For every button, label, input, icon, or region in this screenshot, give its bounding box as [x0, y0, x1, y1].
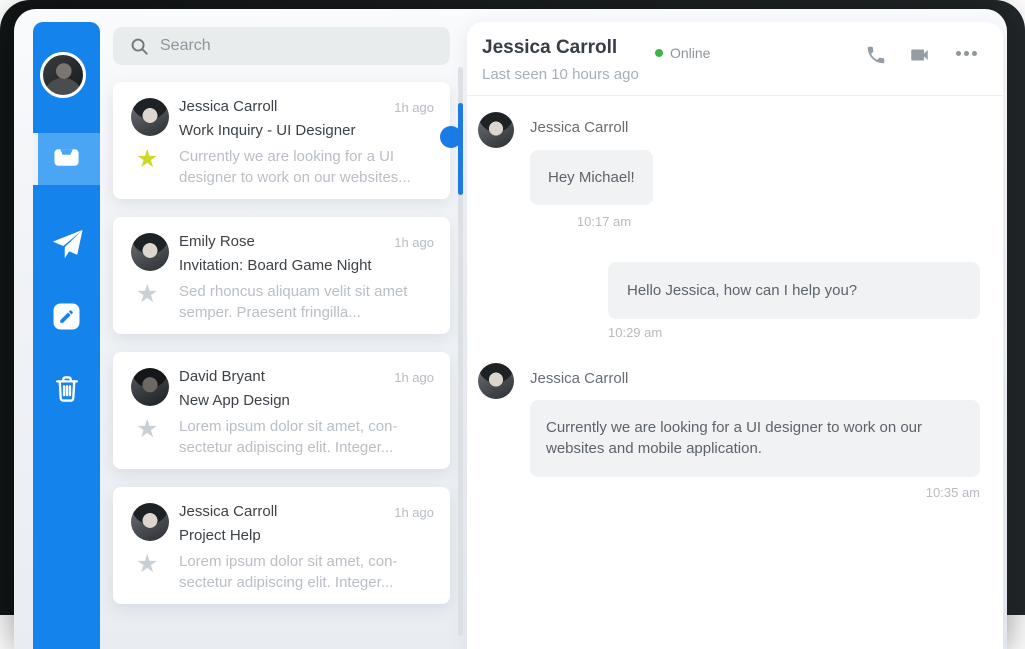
- message-preview: Currently we are looking for a UI design…: [179, 146, 436, 189]
- call-button[interactable]: [865, 44, 887, 71]
- trash-icon: [52, 373, 82, 410]
- app-window: Jessica Carroll 1h ago Work Inquiry - UI…: [14, 9, 1007, 649]
- message-subject: Work Inquiry - UI Designer: [179, 122, 355, 139]
- phone-icon: [865, 44, 887, 66]
- star-icon[interactable]: ★: [136, 144, 158, 174]
- inbox-icon: [53, 146, 80, 173]
- more-options-button[interactable]: [956, 51, 977, 56]
- video-camera-icon: [907, 44, 932, 66]
- chat-timestamp: 10:29 am: [608, 325, 662, 340]
- send-icon: [50, 228, 84, 265]
- list-scrollbar-thumb[interactable]: [458, 103, 463, 195]
- message-time: 1h ago: [394, 235, 434, 250]
- sender-name: Jessica Carroll: [179, 503, 277, 520]
- inbox-list-item[interactable]: David Bryant 1h ago New App Design Lorem…: [113, 352, 450, 469]
- sender-avatar: [131, 233, 169, 271]
- star-icon[interactable]: ★: [136, 549, 158, 579]
- sidebar-item-inbox[interactable]: [33, 133, 100, 185]
- chat-bubble-incoming: Hey Michael!: [530, 150, 653, 205]
- chat-panel: Jessica Carroll Online Last seen 10 hour…: [467, 22, 1003, 649]
- search-input[interactable]: [160, 37, 420, 55]
- chat-bubble-outgoing: Hello Jessica, how can I help you?: [608, 262, 980, 319]
- sender-avatar: [131, 368, 169, 406]
- sender-name: David Bryant: [179, 368, 265, 385]
- chat-avatar: [478, 363, 514, 399]
- ellipsis-icon: [956, 51, 961, 56]
- video-call-button[interactable]: [907, 44, 932, 71]
- chat-avatar: [478, 112, 514, 148]
- star-icon[interactable]: ★: [136, 414, 158, 444]
- message-time: 1h ago: [394, 505, 434, 520]
- sender-avatar: [131, 503, 169, 541]
- search-bar[interactable]: [113, 27, 450, 65]
- search-icon: [130, 37, 149, 56]
- chat-timestamp: 10:17 am: [530, 214, 678, 229]
- chat-sender-name: Jessica Carroll: [530, 119, 628, 136]
- sidebar-item-compose[interactable]: [33, 293, 100, 345]
- inbox-list-item[interactable]: Jessica Carroll 1h ago Project Help Lore…: [113, 487, 450, 604]
- last-seen-text: Last seen 10 hours ago: [482, 66, 639, 83]
- inbox-list-item[interactable]: Emily Rose 1h ago Invitation: Board Game…: [113, 217, 450, 334]
- sender-name: Jessica Carroll: [179, 98, 277, 115]
- message-preview: Lorem ipsum dolor sit amet, con-sectetur…: [179, 416, 436, 459]
- sender-name: Emily Rose: [179, 233, 255, 250]
- message-preview: Lorem ipsum dolor sit amet, con-sectetur…: [179, 551, 436, 594]
- sender-avatar: [131, 98, 169, 136]
- message-time: 1h ago: [394, 370, 434, 385]
- status-label: Online: [670, 45, 710, 61]
- chat-sender-name: Jessica Carroll: [530, 370, 628, 387]
- inbox-list-item[interactable]: Jessica Carroll 1h ago Work Inquiry - UI…: [113, 82, 450, 199]
- contact-name: Jessica Carroll: [482, 37, 617, 59]
- sidebar-item-trash[interactable]: [33, 365, 100, 417]
- message-time: 1h ago: [394, 100, 434, 115]
- message-preview: Sed rhoncus aliquam velit sit amet sempe…: [179, 281, 436, 324]
- star-icon[interactable]: ★: [136, 279, 158, 309]
- chat-bubble-incoming: Currently we are looking for a UI design…: [530, 400, 980, 477]
- message-subject: Invitation: Board Game Night: [179, 257, 372, 274]
- user-avatar[interactable]: [40, 52, 86, 98]
- unread-indicator-dot: [440, 126, 462, 148]
- message-subject: New App Design: [179, 392, 290, 409]
- online-dot-icon: [655, 49, 663, 57]
- chat-header: Jessica Carroll Online Last seen 10 hour…: [467, 22, 1003, 96]
- status-badge: Online: [655, 45, 710, 61]
- sidebar-nav: [33, 22, 100, 649]
- chat-timestamp: 10:35 am: [530, 485, 980, 500]
- message-subject: Project Help: [179, 527, 261, 544]
- sidebar-item-sent[interactable]: [33, 220, 100, 272]
- edit-icon: [53, 303, 80, 335]
